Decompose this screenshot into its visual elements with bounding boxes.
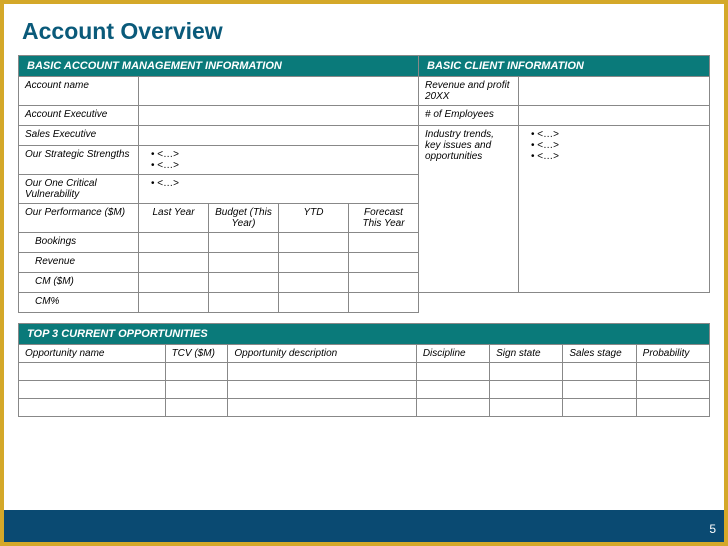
trend-bullet: <…>	[531, 140, 703, 151]
label-sales-exec: Sales Executive	[19, 126, 139, 146]
perf-col: Budget (This Year)	[209, 204, 279, 233]
label-account-exec: Account Executive	[19, 106, 139, 126]
label-vulnerability: Our One Critical Vulnerability	[19, 175, 139, 204]
perf-cell	[209, 233, 279, 253]
perf-cell	[139, 233, 209, 253]
strength-bullet: <…>	[151, 160, 412, 171]
value-account-exec	[139, 106, 419, 126]
perf-cell	[139, 253, 209, 273]
opps-col: TCV ($M)	[165, 345, 228, 363]
page-number: 5	[709, 522, 716, 536]
value-industry-trends: <…> <…> <…>	[519, 126, 710, 293]
value-revenue-profit	[519, 77, 710, 106]
perf-row-cm-pct: CM%	[19, 293, 139, 313]
perf-cell	[279, 273, 349, 293]
perf-cell	[349, 293, 419, 313]
value-strengths: <…> <…>	[139, 146, 419, 175]
table-row	[19, 399, 710, 417]
perf-col: YTD	[279, 204, 349, 233]
trend-bullet: <…>	[531, 129, 703, 140]
opps-col: Discipline	[416, 345, 489, 363]
page-title: Account Overview	[18, 18, 710, 45]
label-strengths: Our Strategic Strengths	[19, 146, 139, 175]
label-account-name: Account name	[19, 77, 139, 106]
perf-cell	[349, 253, 419, 273]
value-account-name	[139, 77, 419, 106]
perf-cell	[349, 273, 419, 293]
perf-cell	[209, 273, 279, 293]
table-row	[19, 381, 710, 399]
footer-band: 5	[4, 510, 724, 542]
label-industry-trends: Industry trends, key issues and opportun…	[419, 126, 519, 293]
perf-cell	[139, 273, 209, 293]
opps-col: Sign state	[490, 345, 563, 363]
strength-bullet: <…>	[151, 149, 412, 160]
perf-cell	[139, 293, 209, 313]
label-performance: Our Performance ($M)	[19, 204, 139, 233]
section-header-right: BASIC CLIENT INFORMATION	[419, 56, 710, 77]
perf-row-revenue: Revenue	[19, 253, 139, 273]
opportunities-table: TOP 3 CURRENT OPPORTUNITIES Opportunity …	[18, 323, 710, 417]
perf-cell	[209, 293, 279, 313]
perf-cell	[349, 233, 419, 253]
opps-col: Opportunity name	[19, 345, 166, 363]
section-header-left: BASIC ACCOUNT MANAGEMENT INFORMATION	[19, 56, 419, 77]
table-row	[19, 363, 710, 381]
opps-col: Sales stage	[563, 345, 636, 363]
value-employees	[519, 106, 710, 126]
perf-col: Last Year	[139, 204, 209, 233]
perf-cell	[209, 253, 279, 273]
perf-row-bookings: Bookings	[19, 233, 139, 253]
perf-row-cm-m: CM ($M)	[19, 273, 139, 293]
value-vulnerability: <…>	[139, 175, 419, 204]
trend-bullet: <…>	[531, 151, 703, 162]
opps-col: Probability	[636, 345, 709, 363]
label-revenue-profit: Revenue and profit 20XX	[419, 77, 519, 106]
perf-cell	[279, 253, 349, 273]
opps-col: Opportunity description	[228, 345, 416, 363]
label-employees: # of Employees	[419, 106, 519, 126]
perf-cell	[279, 293, 349, 313]
opps-header: TOP 3 CURRENT OPPORTUNITIES	[19, 324, 710, 345]
perf-cell	[279, 233, 349, 253]
vuln-bullet: <…>	[151, 178, 412, 189]
account-info-table: BASIC ACCOUNT MANAGEMENT INFORMATION BAS…	[18, 55, 710, 313]
perf-col: Forecast This Year	[349, 204, 419, 233]
value-sales-exec	[139, 126, 419, 146]
